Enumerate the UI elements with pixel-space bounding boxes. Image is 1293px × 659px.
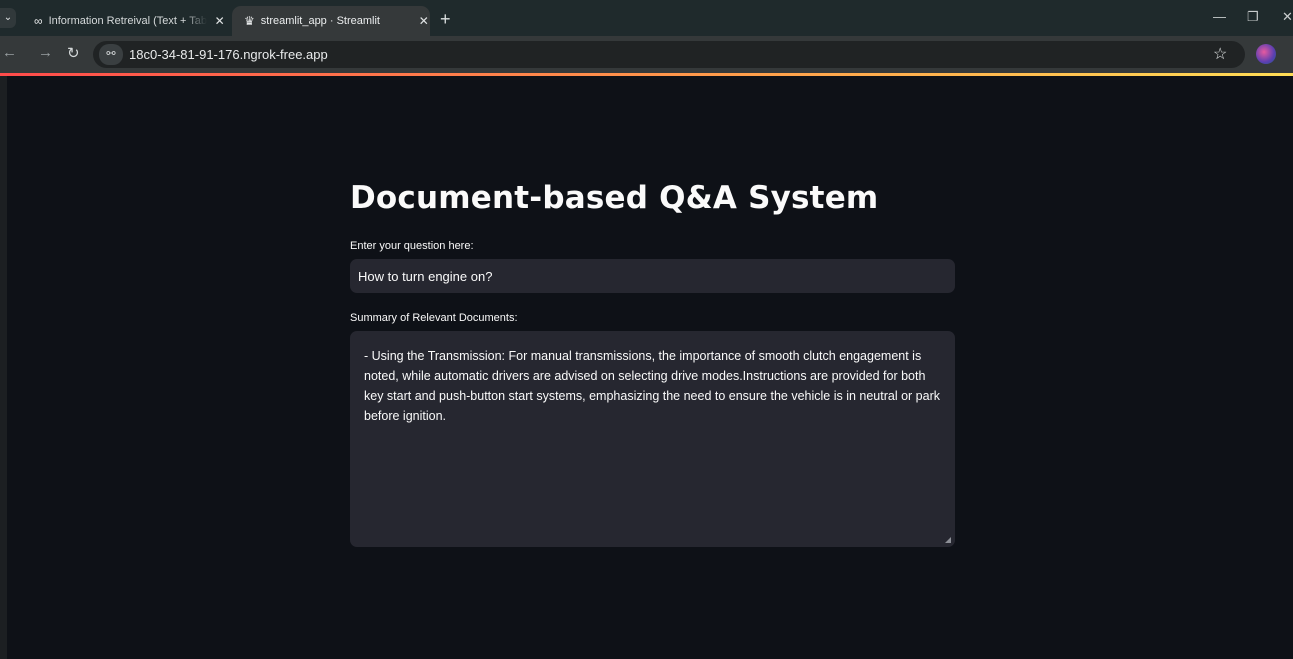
new-tab-plus-icon[interactable]: + [440,9,451,30]
page-left-edge [0,76,7,659]
close-tab-icon[interactable]: ✕ [215,14,225,28]
restore-icon[interactable]: ❐ [1247,9,1259,25]
streamlit-main-menu-icon[interactable]: ⋮ [1287,86,1293,103]
tab-information-retrieval[interactable]: ∞ Information Retreival (Text + Table ✕ [22,6,227,36]
bookmark-star-icon[interactable]: ☆ [1213,44,1227,64]
browser-menu-icon[interactable]: ⋮ [1288,44,1293,61]
forward-arrow-icon[interactable]: → [38,44,53,61]
reload-icon[interactable]: ↻ [67,44,80,62]
tab-title: Information Retreival (Text + Table [48,15,207,27]
summary-label: Summary of Relevant Documents: [350,312,518,324]
close-tab-icon[interactable]: ✕ [419,14,429,28]
question-label: Enter your question here: [350,240,474,252]
streamlit-crown-icon: ♛ [244,14,255,28]
browser-toolbar: ← → ↻ ⚯ 18c0-34-81-91-176.ngrok-free.app… [0,36,1293,73]
page-title: Document-based Q&A System [350,180,879,216]
site-info-icon[interactable]: ⚯ [99,44,123,65]
browser-tab-strip: ⌄ ∞ Information Retreival (Text + Table … [0,0,1293,36]
tab-search-chevron-icon[interactable]: ⌄ [0,8,16,28]
streamlit-header-decoration [0,73,1293,76]
infinity-icon: ∞ [34,14,43,28]
profile-avatar[interactable] [1256,44,1276,64]
minimize-icon[interactable]: — [1213,9,1226,24]
back-arrow-icon[interactable]: ← [2,44,17,61]
tab-title: streamlit_app · Streamlit [260,15,380,27]
address-bar[interactable]: ⚯ 18c0-34-81-91-176.ngrok-free.app ☆ [93,41,1245,68]
tab-streamlit-app[interactable]: ♛ streamlit_app · Streamlit ✕ [232,6,430,36]
summary-textarea[interactable]: - Using the Transmission: For manual tra… [350,331,955,547]
url-text[interactable]: 18c0-34-81-91-176.ngrok-free.app [129,47,328,62]
question-input[interactable] [350,259,955,293]
textarea-resize-handle[interactable] [945,537,951,543]
window-close-icon[interactable]: ✕ [1282,9,1293,25]
